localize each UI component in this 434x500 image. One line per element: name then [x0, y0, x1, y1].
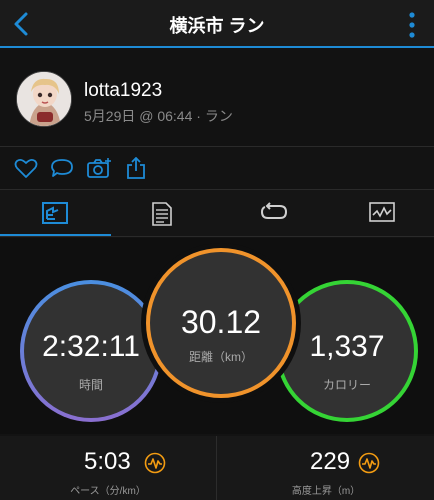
avatar-illustration — [17, 72, 71, 126]
details-tab-icon — [152, 202, 172, 226]
distance-value: 30.12 — [180, 304, 262, 340]
elevation-value: 229 — [310, 448, 351, 475]
pace-label: ペース（分/km） — [70, 486, 146, 497]
stats-tab-icon — [42, 202, 68, 224]
calories-label: カロリー — [322, 378, 371, 392]
summary-stats: 5:03 ペース（分/km） 229 高度上昇（m） — [0, 436, 434, 500]
activity-tabs — [0, 190, 434, 236]
elevation-label: 高度上昇（m） — [291, 486, 361, 497]
top-app-bar: 横浜市 ラン — [0, 0, 434, 48]
camera-add-icon[interactable] — [86, 157, 112, 179]
distance-circle[interactable]: 30.12 距離（km） — [146, 248, 296, 398]
heart-icon[interactable] — [14, 157, 38, 179]
tab-stats[interactable] — [0, 190, 108, 236]
charts-tab-icon — [369, 202, 395, 222]
trend-icon — [144, 452, 166, 474]
header-accent-line — [0, 46, 434, 48]
pace-stat[interactable]: 5:03 ペース（分/km） — [0, 436, 216, 500]
summary-circles: 2:32:11 時間 1,337 カロリー 30.12 距離（km） — [0, 238, 434, 434]
activity-datetime: 5月29日 @ 06:44 · ラン — [84, 108, 233, 124]
calories-circle[interactable]: 1,337 カロリー — [276, 280, 418, 422]
avatar[interactable] — [16, 71, 72, 127]
tab-charts[interactable] — [327, 190, 434, 236]
username[interactable]: lotta1923 — [84, 80, 162, 102]
divider — [216, 436, 217, 500]
tab-details[interactable] — [109, 190, 217, 236]
activity-owner: lotta1923 5月29日 @ 06:44 · ラン — [0, 50, 434, 146]
divider — [0, 236, 434, 237]
more-options-icon[interactable] — [408, 12, 416, 38]
time-circle[interactable]: 2:32:11 時間 — [20, 280, 162, 422]
laps-tab-icon — [260, 202, 288, 219]
time-label: 時間 — [78, 378, 103, 392]
tab-laps[interactable] — [218, 190, 326, 236]
pace-value: 5:03 — [84, 448, 131, 475]
calories-value: 1,337 — [309, 330, 385, 363]
social-actions — [0, 147, 434, 187]
page-title: 横浜市 ラン — [169, 16, 265, 36]
share-icon[interactable] — [124, 157, 148, 179]
distance-label: 距離（km） — [189, 350, 253, 364]
comment-icon[interactable] — [50, 157, 74, 179]
time-value: 2:32:11 — [42, 330, 140, 363]
trend-icon — [358, 452, 380, 474]
elevation-stat[interactable]: 229 高度上昇（m） — [218, 436, 434, 500]
